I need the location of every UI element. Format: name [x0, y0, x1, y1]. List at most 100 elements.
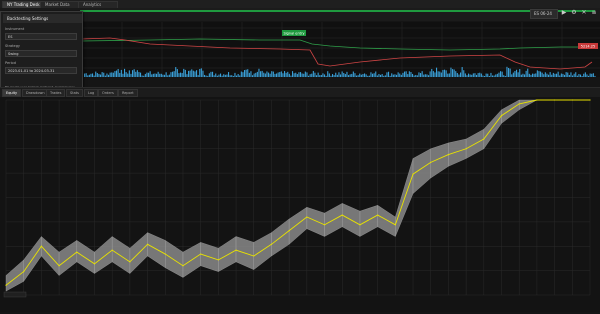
confidence-band: [112, 236, 131, 274]
volume-bar: [128, 70, 130, 77]
equity-point: [518, 103, 520, 105]
volume-bar: [532, 73, 534, 77]
tab-equity[interactable]: Equity: [2, 89, 22, 97]
play-icon[interactable]: ▶: [560, 9, 568, 17]
confidence-band: [430, 142, 449, 179]
volume-bar: [557, 71, 559, 77]
tab-stats[interactable]: Stats: [66, 89, 83, 97]
volume-bar: [194, 71, 196, 77]
equity-point: [341, 214, 343, 216]
tab-drawdown[interactable]: Drawdown: [22, 89, 49, 97]
volume-bar: [372, 73, 374, 77]
volume-bar: [375, 71, 377, 77]
volume-bar: [168, 74, 170, 77]
volume-bar: [445, 70, 447, 77]
volume-bar: [231, 75, 233, 77]
equity-point: [500, 115, 503, 117]
volume-bar: [519, 69, 521, 77]
chart-legend: [3, 291, 27, 298]
period-field[interactable]: 2023-01-01 to 2024-03-31: [5, 67, 77, 74]
tab-log[interactable]: Log: [84, 89, 99, 97]
volume-bar: [269, 73, 271, 77]
equity-point: [93, 263, 96, 265]
volume-bar: [343, 73, 345, 77]
volume-bar: [314, 72, 316, 77]
volume-bar: [125, 72, 127, 77]
volume-bar: [255, 72, 257, 77]
volume-bar: [538, 71, 540, 77]
volume-bar: [208, 73, 210, 77]
backtest-settings-panel[interactable]: Backtesting Settings Instrument ES Strat…: [0, 11, 83, 97]
instrument-search-input[interactable]: ES 06-24: [530, 9, 558, 19]
gear-icon[interactable]: ⚙: [570, 9, 578, 17]
volume-bar: [199, 68, 201, 77]
volume-bar: [500, 71, 502, 77]
tab-analytics[interactable]: Analytics: [78, 1, 118, 8]
volume-bar: [594, 75, 596, 77]
menu-icon[interactable]: ≡: [590, 9, 598, 17]
volume-bar: [143, 75, 145, 77]
volume-bar: [274, 73, 276, 77]
volume-bar: [439, 71, 441, 77]
volume-bar: [288, 73, 290, 77]
volume-bar: [389, 75, 391, 77]
volume-bar: [218, 74, 220, 77]
volume-bar: [440, 72, 442, 77]
volume-bar: [543, 74, 545, 77]
equity-point: [182, 265, 184, 267]
volume-bar: [306, 72, 308, 77]
volume-bar: [485, 73, 487, 77]
volume-bar: [324, 74, 326, 77]
volume-bar: [431, 68, 433, 77]
volume-bar: [356, 75, 358, 77]
volume-bar: [186, 74, 188, 77]
volume-bar: [541, 72, 543, 77]
equity-point: [235, 249, 237, 251]
volume-bar: [122, 73, 124, 77]
volume-bar: [380, 74, 382, 77]
volume-bar: [176, 69, 178, 77]
volume-bar: [362, 73, 364, 77]
equity-chart[interactable]: [0, 97, 600, 312]
volume-bar: [95, 71, 97, 77]
equity-point: [483, 138, 485, 140]
volume-bar: [416, 75, 418, 77]
volume-bar: [503, 75, 505, 77]
volume-bar: [506, 66, 508, 77]
volume-bar: [565, 72, 567, 77]
volume-bar: [568, 74, 570, 77]
volume-bar: [336, 74, 338, 77]
volume-bar: [197, 75, 199, 77]
tab-report[interactable]: Report: [118, 89, 138, 97]
volume-bar: [298, 72, 300, 77]
volume-bar: [367, 75, 369, 77]
volume-bar: [101, 72, 103, 77]
confidence-band: [501, 99, 520, 124]
volume-bar: [464, 73, 466, 77]
close-icon[interactable]: ✕: [580, 9, 588, 17]
volume-bar: [434, 72, 436, 77]
volume-bar: [93, 75, 95, 77]
volume-bar: [340, 74, 342, 77]
volume-bar: [330, 75, 332, 77]
volume-bar: [220, 73, 222, 77]
volume-bar: [319, 75, 321, 77]
volume-bar: [573, 73, 575, 77]
instrument-label: Instrument: [5, 27, 25, 31]
volume-bar: [469, 74, 471, 77]
volume-bar: [312, 71, 314, 77]
volume-bar: [509, 68, 511, 77]
instrument-field[interactable]: ES: [5, 33, 77, 40]
volume-bar: [463, 70, 465, 77]
volume-bar: [370, 72, 372, 77]
equity-point: [359, 224, 361, 226]
volume-bar: [157, 71, 159, 77]
upper-red-line: [81, 37, 593, 70]
volume-bar: [410, 71, 412, 77]
volume-bar: [317, 72, 319, 77]
volume-bar: [132, 70, 134, 77]
tab-trades[interactable]: Trades: [46, 89, 66, 97]
overview-chart[interactable]: Signal entry 5214.25: [0, 22, 600, 77]
strategy-field[interactable]: Swing: [5, 50, 77, 57]
tab-orders[interactable]: Orders: [98, 89, 118, 97]
